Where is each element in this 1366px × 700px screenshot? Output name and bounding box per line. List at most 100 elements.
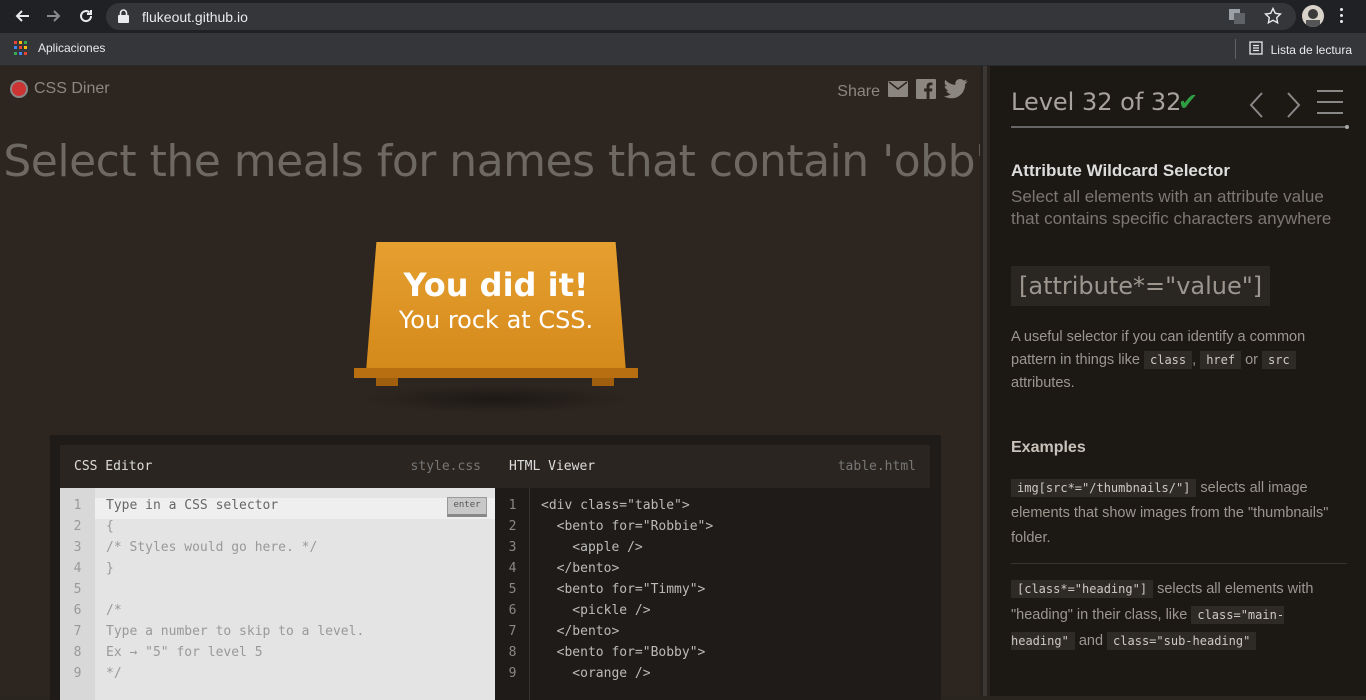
share-bar: Share [837, 79, 968, 104]
line-text: { [106, 519, 114, 534]
line-text: <pickle /> [541, 603, 651, 618]
logo-text: CSS Diner [34, 80, 110, 97]
lock-icon [118, 9, 129, 28]
apps-grid-icon [14, 41, 28, 55]
reload-icon[interactable] [74, 4, 98, 28]
line-text: /* [106, 603, 122, 618]
code-line: 9 */ [60, 666, 122, 687]
next-level-icon[interactable] [1282, 90, 1304, 120]
previous-level-icon[interactable] [1246, 90, 1268, 120]
example-2: [class*="heading"] selects all elements … [1011, 580, 1314, 650]
line-number: 8 [73, 645, 82, 660]
level-menu-icon[interactable] [1317, 90, 1343, 123]
logo-icon [10, 80, 28, 98]
level-instruction: Select the meals for names that contain … [3, 136, 987, 187]
line-text: <orange /> [541, 666, 651, 681]
line-text: <bento for="Bobby"> [541, 645, 706, 660]
html-file-name: table.html [837, 459, 916, 474]
line-number: 9 [508, 666, 517, 681]
selector-hint: A useful selector if you can identify a … [1011, 329, 1306, 391]
browser-menu-icon[interactable] [1340, 8, 1344, 24]
code-src: src [1262, 351, 1296, 369]
html-viewer-title: HTML Viewer [509, 459, 596, 474]
code-line[interactable]: 8 <bento for="Bobby"> [495, 645, 706, 666]
line-text: <apple /> [541, 540, 643, 555]
facebook-icon[interactable] [916, 79, 936, 104]
line-number: 5 [508, 582, 517, 597]
selector-syntax: [attribute*="value"] [1011, 266, 1271, 306]
line-text: </bento> [541, 561, 620, 576]
code-line: 5 [60, 582, 106, 603]
code-line: 3 /* Styles would go here. */ [60, 540, 318, 561]
code-class: class [1144, 351, 1193, 369]
reading-list-button[interactable]: Lista de lectura [1234, 39, 1352, 59]
enter-button[interactable]: enter [447, 497, 487, 517]
panel-divider[interactable] [980, 66, 990, 696]
line-number: 4 [508, 561, 517, 576]
address-bar[interactable]: flukeout.github.io [106, 3, 1296, 30]
line-number: 3 [73, 540, 82, 555]
line-text: /* Styles would go here. */ [106, 540, 318, 555]
line-text: <bento for="Robbie"> [541, 519, 714, 534]
line-text: */ [106, 666, 122, 681]
apps-label: Aplicaciones [38, 41, 106, 55]
line-number: 9 [73, 666, 82, 681]
line-text: } [106, 561, 114, 576]
win-subtitle: You rock at CSS. [398, 306, 594, 334]
code-line[interactable]: 3 <apple /> [495, 540, 643, 561]
check-icon: ✔ [1178, 89, 1199, 116]
logo[interactable]: CSS Diner [10, 80, 110, 98]
line-number: 5 [73, 582, 82, 597]
code-line: 7 Type a number to skip to a level. [60, 624, 365, 645]
code-line[interactable]: 4 </bento> [495, 561, 620, 582]
email-icon[interactable] [888, 81, 908, 102]
code-line[interactable]: 9 <orange /> [495, 666, 651, 687]
twitter-icon[interactable] [944, 79, 968, 104]
code-line: 8 Ex → "5" for level 5 [60, 645, 263, 666]
line-number: 1 [73, 498, 82, 513]
translate-icon[interactable] [1228, 7, 1246, 30]
editor-panel: CSS Editor style.css 1 2 {3 /* Styles would… [50, 435, 941, 700]
table-shadow [356, 384, 636, 414]
code-line[interactable]: 5 <bento for="Timmy"> [495, 582, 706, 603]
reading-list-icon [1248, 41, 1263, 58]
browser-toolbar: flukeout.github.io [0, 0, 1366, 33]
code-line[interactable]: 6 <pickle /> [495, 603, 651, 624]
line-number: 3 [508, 540, 517, 555]
line-number: 6 [73, 603, 82, 618]
back-arrow-icon[interactable] [10, 4, 34, 28]
code-line[interactable]: 1 <div class="table"> [495, 498, 690, 519]
url-text: flukeout.github.io [142, 9, 248, 25]
line-number: 2 [73, 519, 82, 534]
line-number: 6 [508, 603, 517, 618]
line-text [95, 582, 106, 603]
selector-input-placeholder: Type in a CSS selector [106, 498, 279, 513]
apps-shortcut[interactable]: Aplicaciones [14, 41, 105, 55]
level-progress-bar [1011, 126, 1347, 128]
win-title: You did it! [403, 266, 589, 304]
code-line[interactable]: 7 </bento> [495, 624, 620, 645]
code-line: 4} [60, 561, 114, 582]
line-number: 2 [508, 519, 517, 534]
share-label: Share [837, 82, 880, 100]
bookmark-star-icon[interactable] [1263, 6, 1283, 30]
bookmarks-bar: Aplicaciones Lista de lectura [0, 33, 1366, 66]
code-href: href [1200, 351, 1242, 369]
dinner-table: You did it! You rock at CSS. [354, 242, 638, 387]
line-number: 8 [508, 645, 517, 660]
css-editor-title: CSS Editor [74, 459, 153, 474]
code-line[interactable]: 2 <bento for="Robbie"> [495, 519, 714, 540]
forward-arrow-icon[interactable] [42, 4, 66, 28]
profile-avatar[interactable] [1302, 5, 1324, 27]
level-sidebar: Level 32 of 32 ✔ Attribute Wildcard Sele… [990, 66, 1366, 696]
line-number: 4 [73, 561, 82, 576]
html-viewer: HTML Viewer table.html 1 <div class="tabl… [495, 445, 930, 700]
line-number: 7 [508, 624, 517, 639]
reading-list-label: Lista de lectura [1270, 42, 1352, 57]
line-number: 1 [508, 498, 517, 513]
css-editor: CSS Editor style.css 1 2 {3 /* Styles would… [60, 445, 495, 700]
css-file-name: style.css [410, 459, 481, 474]
line-text: <div class="table"> [541, 498, 690, 513]
level-title: Level 32 of 32 [1011, 88, 1182, 116]
line-text: <bento for="Timmy"> [541, 582, 706, 597]
